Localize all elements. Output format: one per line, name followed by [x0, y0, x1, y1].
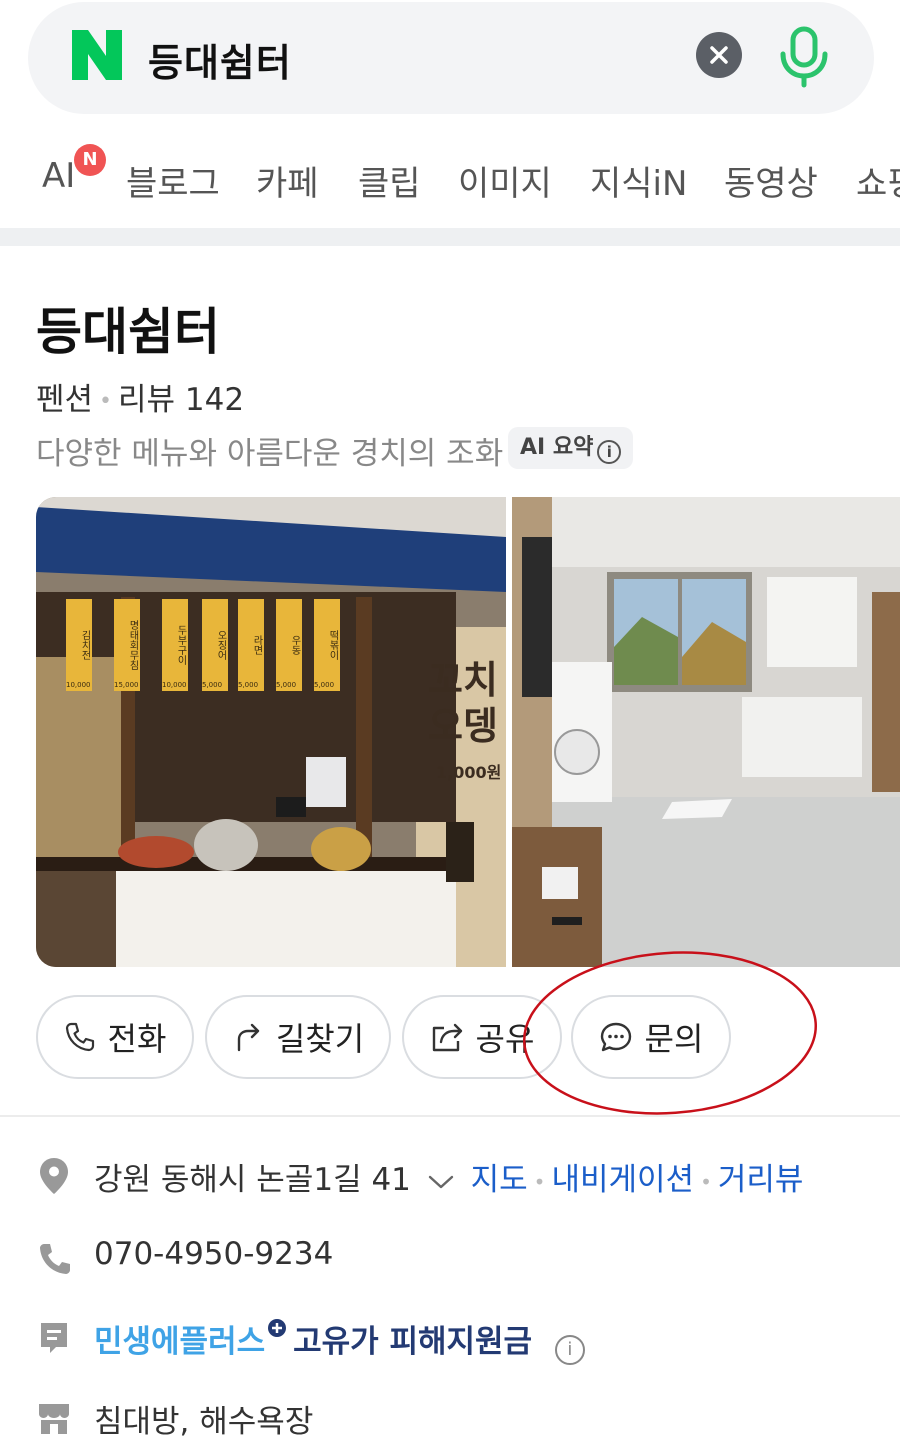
promo-info-icon[interactable]: i: [554, 1335, 585, 1365]
navigation-link[interactable]: 내비게이션: [551, 1162, 694, 1198]
close-icon: [710, 46, 728, 64]
call-label: 전화: [107, 1020, 167, 1058]
separator-dot: •: [533, 1169, 546, 1194]
tab-ai-label: AI: [42, 156, 76, 196]
menu-card: 명태회무침: [114, 599, 140, 691]
review-count-link[interactable]: 리뷰 142: [118, 382, 244, 418]
address-row: 강원 동해시 논골1길 41 지도 • 내비게이션 • 거리뷰: [36, 1150, 896, 1200]
oden-price: 1,000원: [436, 763, 502, 782]
tab-clip[interactable]: 클립: [358, 156, 421, 205]
search-tabs: AI N 블로그 카페 클립 이미지 지식iN 동영상 쇼핑: [0, 140, 900, 220]
menu-price: 10,000: [162, 681, 187, 689]
address-line: 강원 동해시 논골1길 41 지도 • 내비게이션 • 거리뷰: [94, 1154, 803, 1199]
new-badge: N: [74, 144, 106, 176]
directions-label: 길찾기: [275, 1020, 365, 1058]
tab-video[interactable]: 동영상: [724, 156, 818, 205]
tab-kin[interactable]: 지식iN: [590, 156, 687, 205]
room-interior-image: [512, 497, 900, 967]
oden-sign-line1: 꼬치: [428, 658, 498, 702]
place-photo-food-stall[interactable]: 김치전 명태회무침 두부구이 오징어 라면 우동 떡볶이 10,000 15,0…: [36, 497, 506, 967]
ai-summary-chip[interactable]: AI 요약 i: [508, 427, 634, 469]
map-link[interactable]: 지도: [471, 1162, 528, 1198]
menu-price: 5,000: [276, 681, 297, 689]
facilities-row: 침대방, 해수욕장: [36, 1392, 896, 1442]
store-icon: [39, 1404, 69, 1434]
section-divider: [0, 1115, 900, 1117]
search-bar[interactable]: 등대쉼터: [28, 2, 874, 114]
directions-arrow-icon: [237, 1023, 260, 1052]
tab-ai[interactable]: AI: [42, 156, 75, 196]
menu-card: 떡볶이: [314, 599, 340, 691]
promo-brand: 민생에플러스: [94, 1324, 266, 1360]
place-photo-room[interactable]: [512, 497, 900, 967]
menu-card: 두부구이: [162, 599, 188, 691]
tab-image[interactable]: 이미지: [458, 156, 552, 205]
microphone-icon[interactable]: [776, 26, 832, 88]
chevron-down-icon[interactable]: [427, 1172, 455, 1192]
facilities-text: 침대방, 해수욕장: [94, 1404, 314, 1440]
address-text[interactable]: 강원 동해시 논골1길 41: [94, 1162, 411, 1198]
tab-shopping[interactable]: 쇼핑: [856, 156, 900, 205]
menu-price: 5,000: [314, 681, 335, 689]
ai-summary-text: 다양한 메뉴와 아름다운 경치의 조화: [36, 436, 504, 472]
place-title[interactable]: 등대쉼터: [36, 292, 220, 364]
section-separator: [0, 228, 900, 246]
info-icon: i: [597, 440, 622, 464]
menu-card: 오징어: [202, 599, 228, 691]
clear-search-button[interactable]: [696, 32, 742, 78]
menu-price: 15,000: [114, 681, 139, 689]
menu-price: 5,000: [238, 681, 259, 689]
promo-label: 고유가 피해지원금: [293, 1324, 533, 1360]
tab-cafe[interactable]: 카페: [256, 156, 319, 205]
phone-icon: [65, 1022, 94, 1052]
plus-badge-icon: [268, 1319, 287, 1337]
phone-icon: [40, 1244, 70, 1274]
share-button[interactable]: 공유: [402, 995, 562, 1079]
phone-number[interactable]: 070-4950-9234: [94, 1236, 333, 1272]
separator-dot: •: [700, 1169, 712, 1194]
menu-price-row: 10,000 15,000 10,000 5,000 5,000 5,000 5…: [66, 681, 366, 695]
search-input[interactable]: 등대쉼터: [148, 32, 292, 87]
location-pin-icon: [40, 1158, 68, 1194]
ai-summary-label: AI 요약: [520, 435, 594, 460]
tab-blog[interactable]: 블로그: [126, 156, 220, 205]
promo-row: 민생에플러스 고유가 피해지원금 i: [36, 1312, 896, 1365]
phone-row: 070-4950-9234: [36, 1232, 896, 1282]
oden-sign-line2: 오뎅: [428, 704, 498, 748]
share-icon: [432, 1023, 462, 1052]
place-category: 펜션: [36, 382, 94, 418]
inquiry-button[interactable]: 문의: [571, 995, 731, 1079]
menu-price: 10,000: [66, 681, 91, 689]
promo-text[interactable]: 민생에플러스 고유가 피해지원금 i: [94, 1316, 585, 1365]
menu-price: 5,000: [202, 681, 223, 689]
share-label: 공유: [475, 1020, 535, 1058]
naver-logo-icon[interactable]: [72, 30, 122, 80]
menu-card: 라면: [238, 599, 264, 691]
separator-dot: •: [99, 389, 113, 414]
inquiry-label: 문의: [644, 1020, 704, 1058]
notice-icon: [41, 1323, 67, 1353]
menu-card: 김치전: [66, 599, 92, 691]
place-meta: 펜션 • 리뷰 142: [36, 374, 244, 419]
street-view-link[interactable]: 거리뷰: [718, 1162, 804, 1198]
directions-button[interactable]: 길찾기: [205, 995, 391, 1079]
call-button[interactable]: 전화: [36, 995, 194, 1079]
oden-sign: 꼬치 오뎅: [428, 657, 498, 749]
menu-card: 우동: [276, 599, 302, 691]
chat-bubble-icon: [600, 1022, 631, 1052]
